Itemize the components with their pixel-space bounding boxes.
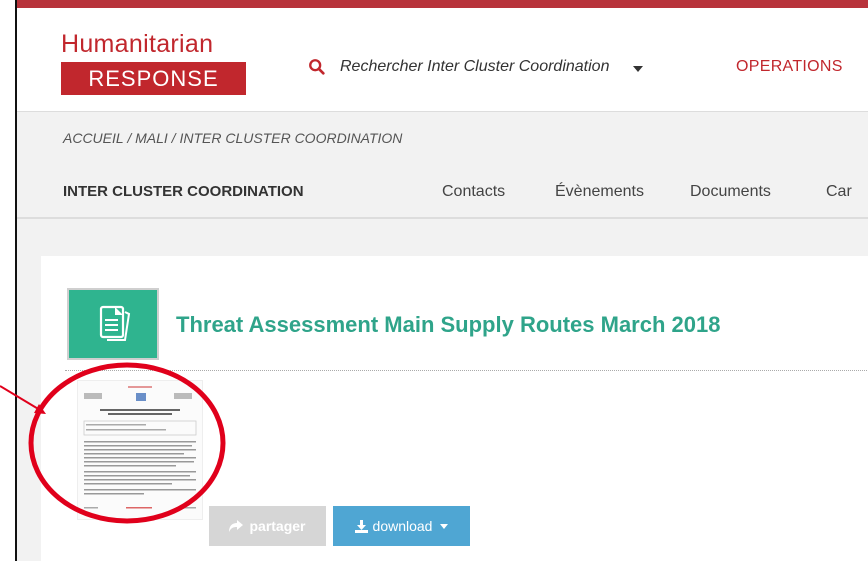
humanitarian-response-logo[interactable]: Humanitarian RESPONSE [61,30,248,95]
breadcrumb[interactable]: ACCUEIL / MALI / INTER CLUSTER COORDINAT… [63,130,402,146]
download-icon [354,519,368,533]
document-thumbnail[interactable] [77,380,203,520]
search-icon [309,59,325,75]
share-label: partager [249,518,306,534]
logo-text-top: Humanitarian [61,30,214,58]
logo-text-bottom: RESPONSE [61,62,246,95]
divider [65,370,868,371]
caret-down-icon [440,523,449,529]
tab-evenements[interactable]: Évènements [555,183,644,201]
tab-documents[interactable]: Documents [690,183,771,201]
space-search-dropdown[interactable]: Rechercher Inter Cluster Coordination [308,58,644,76]
download-button[interactable]: download [333,506,470,546]
browser-viewport: Humanitarian RESPONSE Rechercher Inter C… [15,0,868,561]
chevron-down-icon [633,66,644,72]
document-title: Threat Assessment Main Supply Routes Mar… [176,312,721,337]
document-card: Threat Assessment Main Supply Routes Mar… [41,256,868,561]
top-accent-bar [17,0,868,8]
site-header: Humanitarian RESPONSE Rechercher Inter C… [17,8,868,112]
space-subnav: INTER CLUSTER COORDINATION Contacts Évèn… [17,165,868,219]
document-icon [67,288,159,360]
share-button[interactable]: partager [209,506,326,546]
operations-menu[interactable]: OPERATIONS [736,58,843,76]
share-arrow-icon [229,520,244,532]
space-title[interactable]: INTER CLUSTER COORDINATION [63,183,304,200]
download-label: download [372,518,433,534]
tab-contacts[interactable]: Contacts [442,183,505,201]
tab-cartes[interactable]: Car [826,183,852,201]
search-text: Rechercher Inter Cluster Coordination [340,58,610,75]
